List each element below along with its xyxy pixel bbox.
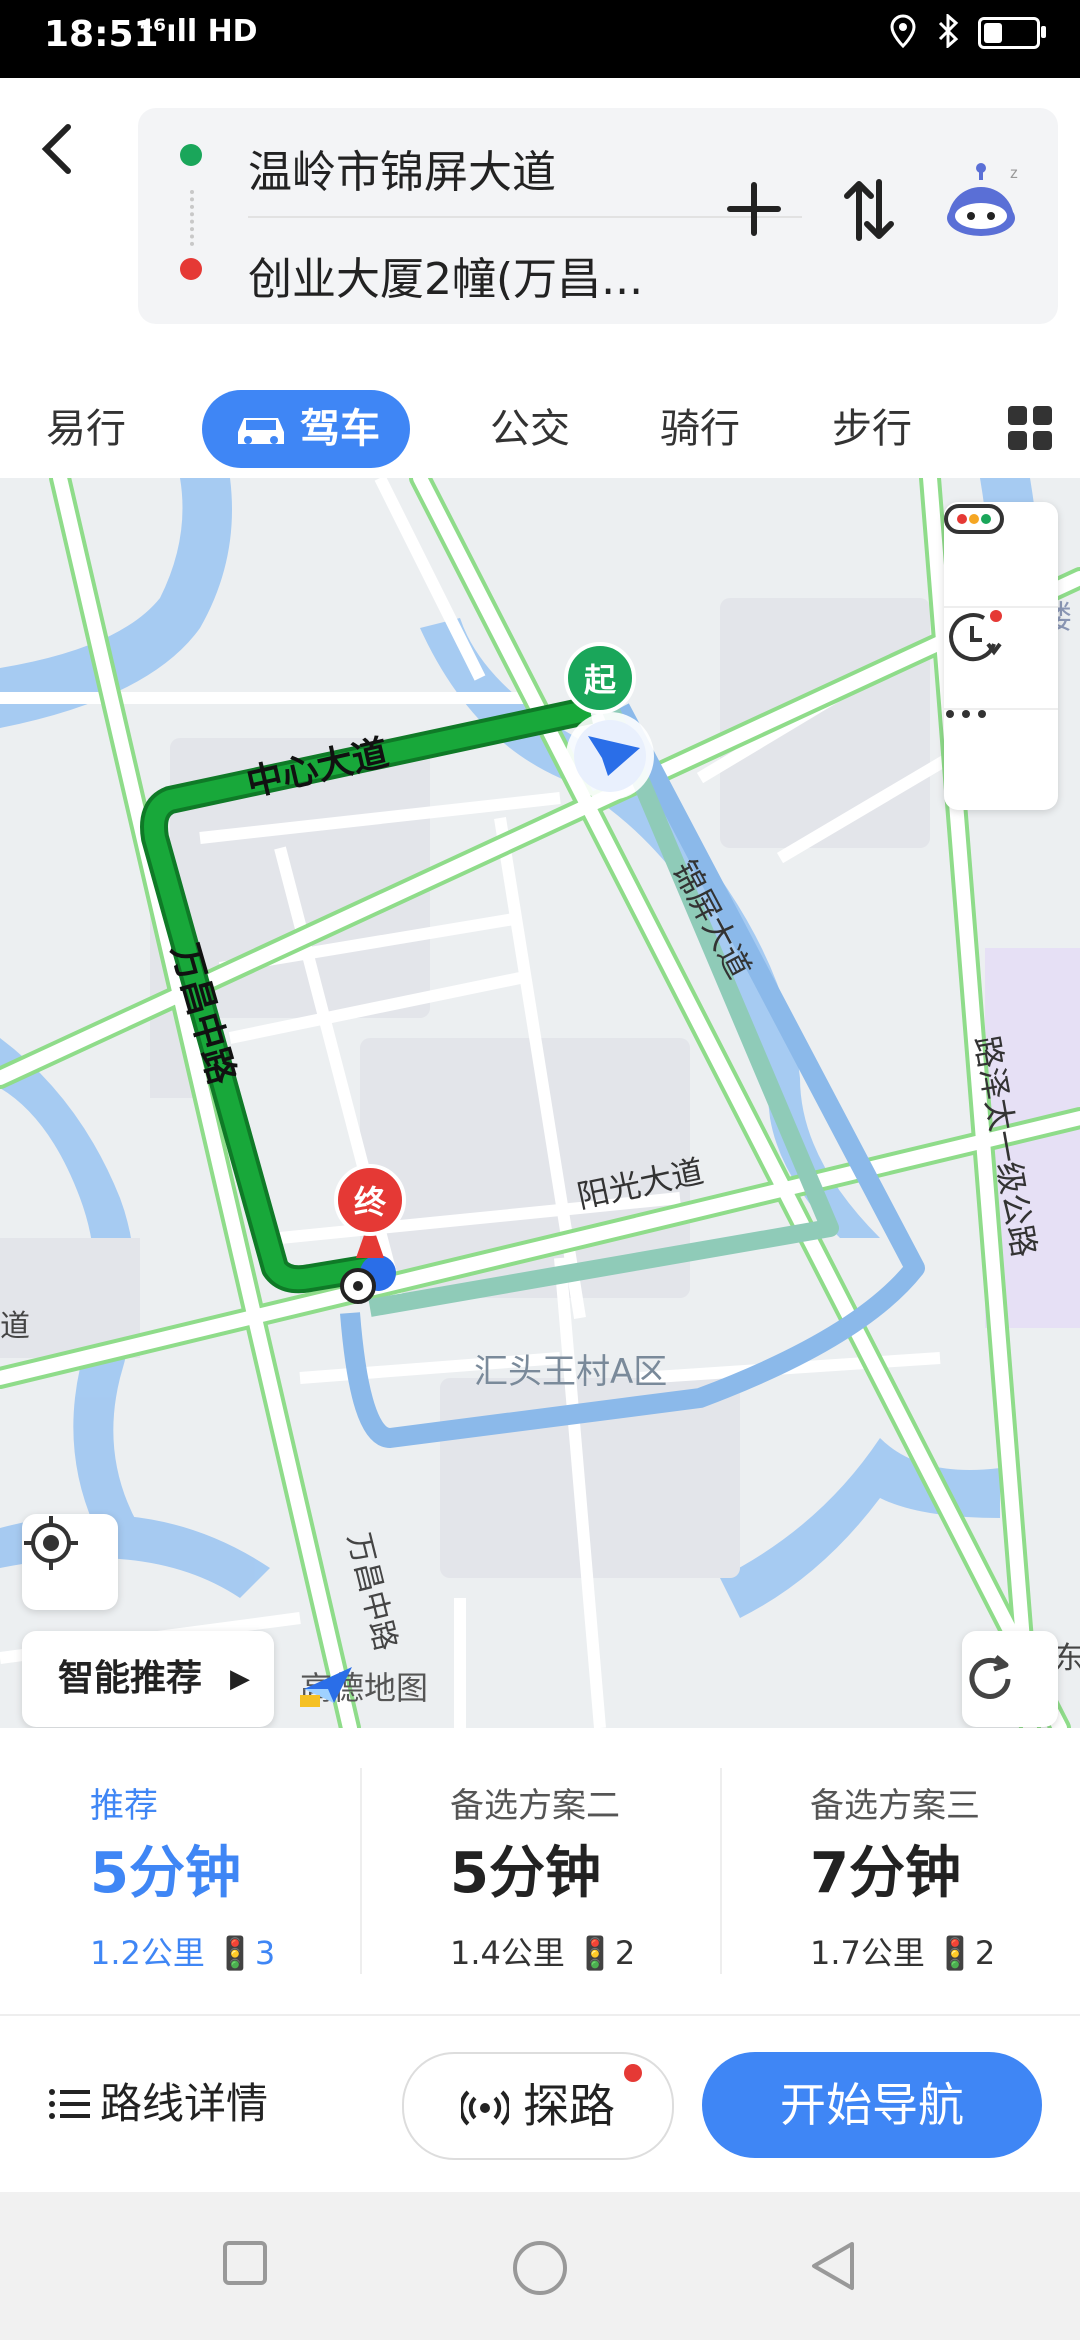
smart-recommend-button[interactable]: 智能推荐 ▶: [22, 1631, 274, 1727]
smart-recommend-label: 智能推荐: [58, 1658, 203, 1699]
tab-walk[interactable]: 步行: [832, 390, 912, 468]
home-icon[interactable]: [512, 2240, 568, 2296]
route-plans: 推荐 5分钟 1.2公里 🚦3 备选方案二 5分钟 1.4公里 🚦2 备选方案三…: [0, 1728, 1080, 2016]
tab-drive[interactable]: 驾车: [202, 390, 410, 468]
status-bar: 18:51 ⁴⁶ıll HD: [0, 0, 1080, 78]
end-dot-icon: [180, 258, 202, 280]
traffic-light-button[interactable]: [944, 504, 1058, 604]
area-label: 汇头王村A区: [474, 1352, 667, 1392]
back-arrow-icon: [41, 124, 71, 174]
plan-lights: 2: [614, 1934, 636, 1972]
plan-meta: 1.7公里 🚦2: [810, 1928, 995, 1974]
plan-name: 备选方案二: [450, 1786, 620, 1826]
origin-field[interactable]: 温岭市锦屏大道: [248, 136, 556, 200]
action-bar: 路线详情 探路 开始导航: [0, 2016, 1080, 2192]
plan-distance: 1.2公里: [90, 1934, 205, 1972]
traffic-icon: [944, 504, 1004, 534]
swap-route-button[interactable]: [843, 178, 895, 256]
more-modes-grid-icon[interactable]: [1008, 406, 1052, 450]
plan-name: 备选方案三: [810, 1786, 980, 1826]
start-marker-label: 起: [584, 661, 617, 699]
destination-field[interactable]: 创业大厦2幢(万昌...: [248, 243, 643, 307]
clock-route-icon: [949, 610, 1002, 662]
battery-icon: [978, 17, 1046, 49]
traffic-light-count-icon: 🚦: [215, 1934, 255, 1972]
plan-time: 7分钟: [810, 1841, 961, 1906]
plan-lights: 2: [974, 1934, 996, 1972]
start-dot-icon: [180, 144, 202, 166]
refresh-icon: [969, 1655, 1011, 1699]
refresh-button[interactable]: [962, 1631, 1058, 1727]
plan-distance: 1.7公里: [810, 1934, 925, 1972]
traffic-light-count-icon: 🚦: [575, 1934, 615, 1972]
plus-icon: [727, 182, 781, 236]
plan-meta: 1.4公里 🚦2: [450, 1928, 635, 1974]
road-label-dao: 道: [0, 1309, 30, 1344]
traffic-light-count-icon: 🚦: [935, 1934, 975, 1972]
recent-apps-icon[interactable]: [222, 2240, 268, 2286]
more-dots-icon: [946, 710, 986, 718]
end-marker-label: 终: [354, 1183, 387, 1221]
route-header: 温岭市锦屏大道 创业大厦2幢(万昌... z 易行 驾车 公交 骑行 步行: [0, 78, 1080, 478]
back-nav-icon[interactable]: [808, 2240, 858, 2292]
route-input-box: 温岭市锦屏大道 创业大厦2幢(万昌... z: [138, 108, 1058, 324]
plan-card-alt2[interactable]: 备选方案二 5分钟 1.4公里 🚦2: [360, 1728, 720, 2014]
route-divider: [248, 216, 802, 218]
plan-time: 5分钟: [450, 1841, 601, 1906]
amap-logo-icon: [300, 1667, 352, 1707]
amap-logo: 高德地图: [300, 1663, 428, 1709]
locate-button[interactable]: [22, 1514, 118, 1610]
swap-icon: [844, 179, 894, 241]
plan-lights: 3: [254, 1934, 276, 1972]
add-waypoint-button[interactable]: [726, 168, 782, 258]
start-navigation-button[interactable]: 开始导航: [702, 2052, 1042, 2158]
location-icon: [888, 14, 918, 52]
svg-text:z: z: [1010, 165, 1018, 182]
list-icon: [49, 2089, 90, 2119]
map-canvas: 中心大道 万昌中路 锦屏大道 阳光大道 路泽太一级公路 万昌中路 道 东 汇头王…: [0, 478, 1080, 1728]
route-detail-label: 路线详情: [100, 2079, 269, 2128]
explore-road-button[interactable]: 探路: [402, 2052, 674, 2160]
plan-distance: 1.4公里: [450, 1934, 565, 1972]
back-button[interactable]: [38, 118, 98, 198]
system-nav-bar: [0, 2192, 1080, 2340]
crosshair-icon: [24, 1516, 78, 1570]
tab-ride[interactable]: 骑行: [660, 390, 740, 468]
signal-icon: ⁴⁶ıll HD: [140, 14, 258, 49]
time-route-button[interactable]: [944, 606, 1058, 710]
car-icon: [238, 418, 284, 444]
bluetooth-icon: [936, 12, 960, 52]
map-side-controls: [944, 502, 1058, 810]
route-detail-button[interactable]: 路线详情: [48, 2070, 268, 2131]
tab-bus[interactable]: 公交: [490, 390, 570, 468]
signal-waves-icon: [459, 2090, 511, 2126]
explore-road-label: 探路: [523, 2079, 615, 2133]
plan-card-alt3[interactable]: 备选方案三 7分钟 1.7公里 🚦2: [720, 1728, 1080, 2014]
new-badge-dot: [624, 2064, 642, 2082]
map-view[interactable]: 中心大道 万昌中路 锦屏大道 阳光大道 路泽太一级公路 万昌中路 道 东 汇头王…: [0, 478, 1080, 1728]
transport-tabs: 易行 驾车 公交 骑行 步行: [0, 368, 1080, 478]
play-arrow-icon: ▶: [230, 1664, 250, 1694]
current-location-icon: [566, 712, 654, 800]
road-label-wanchang-south: 万昌中路: [340, 1529, 403, 1654]
more-options-button[interactable]: [944, 708, 1058, 808]
tab-easy[interactable]: 易行: [46, 390, 126, 468]
route-connector: [190, 190, 198, 246]
plan-meta: 1.2公里 🚦3: [90, 1928, 275, 1974]
plan-time: 5分钟: [90, 1841, 241, 1906]
tab-drive-label: 驾车: [300, 406, 380, 452]
assistant-robot-icon: z: [947, 163, 1018, 236]
start-marker[interactable]: 起: [564, 642, 636, 714]
plan-card-recommended[interactable]: 推荐 5分钟 1.2公里 🚦3: [0, 1728, 360, 2014]
plan-name: 推荐: [90, 1786, 158, 1826]
voice-assistant-button[interactable]: z: [938, 158, 1020, 240]
